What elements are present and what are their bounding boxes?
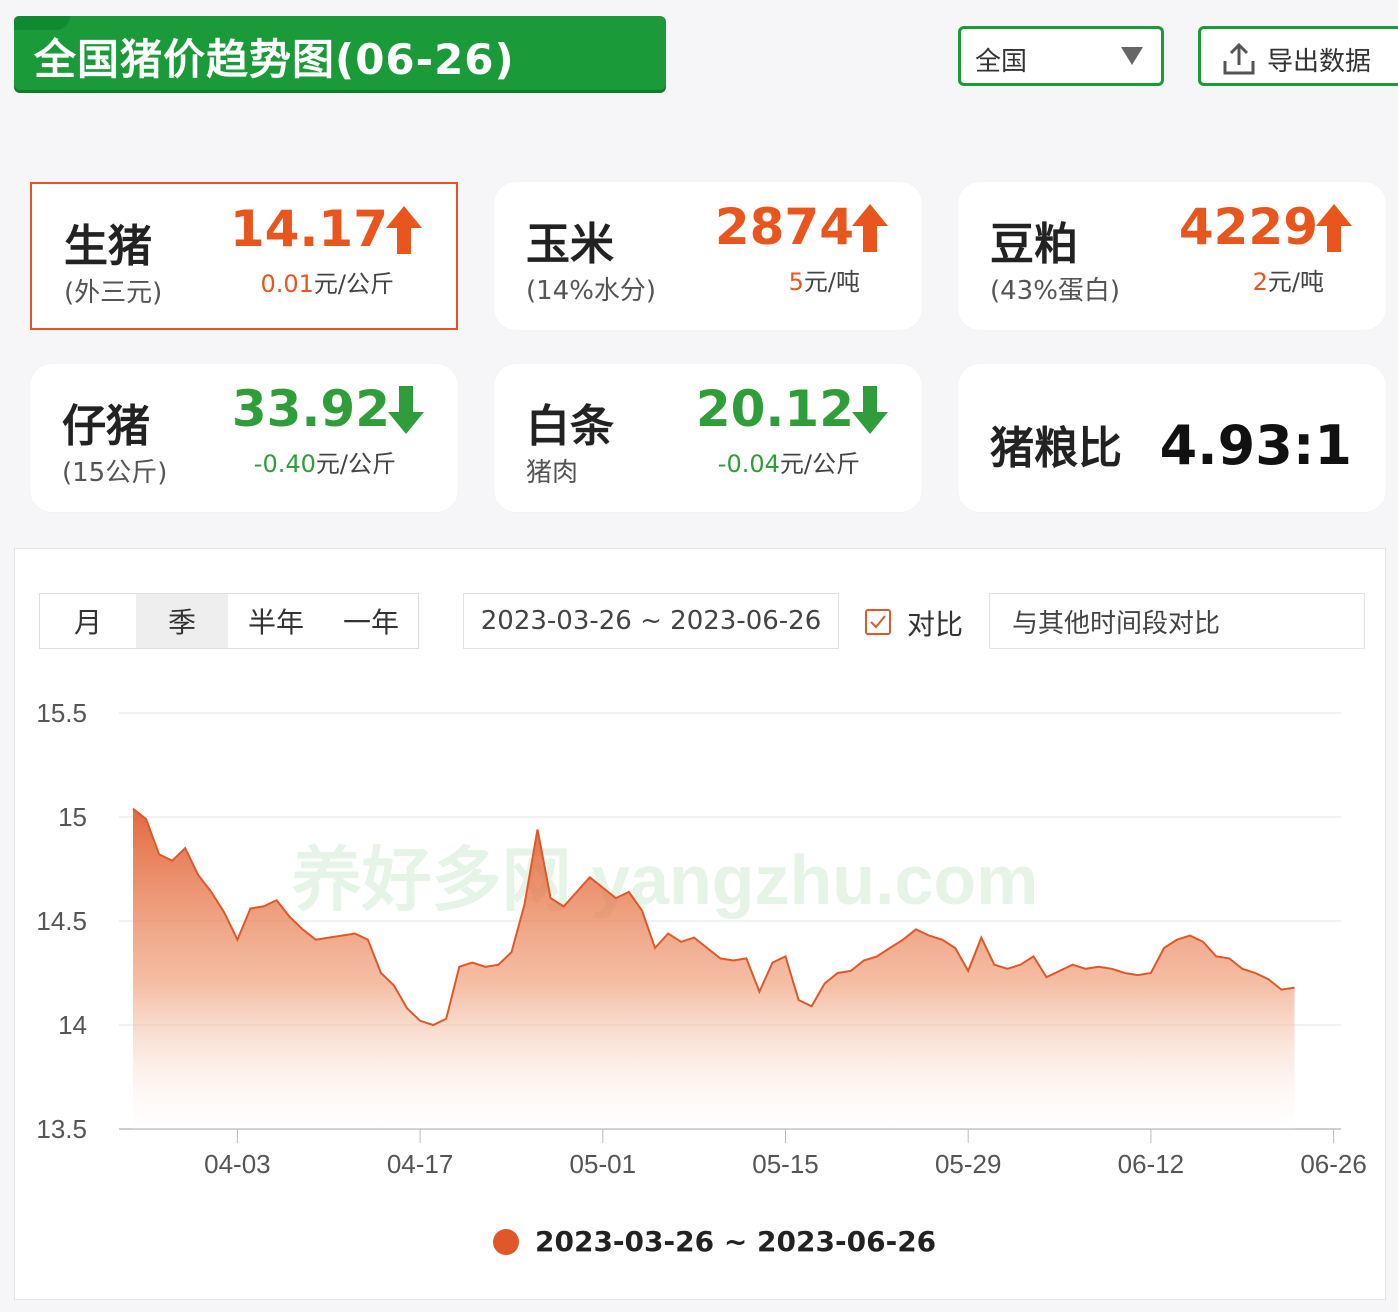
card-change: 2元/吨 — [1253, 262, 1324, 297]
legend[interactable]: 2023-03-26 ~ 2023-06-26 — [493, 1225, 936, 1258]
legend-label: 2023-03-26 ~ 2023-06-26 — [535, 1225, 937, 1258]
arrow-up-icon — [386, 206, 422, 254]
x-tick-label: 05-29 — [935, 1149, 1002, 1179]
y-tick-label: 13.5 — [36, 1114, 87, 1144]
card-piglet[interactable]: 仔猪 (15公斤) 33.92 -0.40元/公斤 — [30, 364, 458, 512]
card-name: 玉米 — [526, 219, 614, 270]
upload-icon — [1223, 42, 1255, 75]
card-name: 白条 — [526, 401, 614, 452]
y-tick-label: 15.5 — [36, 698, 87, 728]
card-corn[interactable]: 玉米 (14%水分) 2874 5元/吨 — [494, 182, 922, 330]
card-name: 豆粕 — [990, 219, 1078, 270]
price-chart: 15.5 15 14.5 14 13.5 养好多网 yangzhu.com 04-03 0… — [36, 698, 1367, 1179]
y-tick-label: 14.5 — [36, 906, 87, 936]
y-tick-label: 15 — [58, 802, 87, 832]
watermark: 养好多网 yangzhu.com — [292, 841, 1039, 919]
x-tick-label: 04-17 — [387, 1149, 454, 1179]
card-change: -0.40元/公斤 — [254, 444, 396, 479]
change-unit: 元/公斤 — [779, 450, 860, 478]
card-price: 14.17 — [229, 200, 388, 258]
card-sub: 猪肉 — [526, 458, 579, 488]
change-value: 2 — [1252, 268, 1268, 296]
card-change: 5元/吨 — [789, 262, 860, 297]
y-tick-label: 14 — [58, 1010, 87, 1040]
export-data-button[interactable]: 导出数据 — [1198, 26, 1398, 86]
x-tick-label: 05-01 — [570, 1149, 637, 1179]
card-pig-grain-ratio[interactable]: 猪粮比 4.93:1 — [958, 364, 1386, 512]
change-value: -0.04 — [717, 450, 780, 478]
arrow-down-icon — [852, 386, 888, 434]
ratio-value: 4.93:1 — [1159, 414, 1352, 477]
title-banner: 全国猪价趋势图(06-26) — [14, 16, 666, 90]
change-value: -0.40 — [253, 450, 316, 478]
card-sub: (外三元) — [64, 278, 163, 308]
dropdown-arrow-icon — [1121, 47, 1143, 65]
legend-dot — [493, 1228, 519, 1255]
card-name: 猪粮比 — [990, 423, 1122, 474]
region-select-value: 全国 — [975, 47, 1028, 77]
export-data-label: 导出数据 — [1267, 47, 1372, 77]
change-value: 5 — [788, 268, 804, 296]
card-price: 33.92 — [231, 380, 390, 438]
card-price: 2874 — [714, 198, 854, 256]
card-sub: (15公斤) — [62, 458, 168, 488]
change-unit: 元/公斤 — [315, 450, 396, 478]
card-live-pig[interactable]: 生猪 (外三元) 14.17 0.01元/公斤 — [30, 182, 458, 330]
x-tick-label: 06-12 — [1118, 1149, 1185, 1179]
change-unit: 元/公斤 — [313, 270, 394, 298]
card-change: 0.01元/公斤 — [260, 264, 394, 299]
x-tick-label: 04-03 — [204, 1149, 271, 1179]
x-tick-label: 05-15 — [752, 1149, 819, 1179]
card-sub: (14%水分) — [526, 276, 657, 306]
card-name: 生猪 — [64, 221, 152, 272]
arrow-up-icon — [852, 204, 888, 252]
x-tick-label: 06-26 — [1300, 1149, 1367, 1179]
card-white-pork[interactable]: 白条 猪肉 20.12 -0.04元/公斤 — [494, 364, 922, 512]
card-sub: (43%蛋白) — [990, 276, 1121, 306]
chart-panel: 月 季 半年 一年 2023-03-26 ~ 2023-06-26 对比 与其他… — [14, 548, 1386, 1300]
arrow-up-icon — [1316, 204, 1352, 252]
region-select[interactable]: 全国 — [958, 26, 1164, 86]
change-unit: 元/吨 — [1267, 268, 1324, 296]
change-value: 0.01 — [260, 270, 314, 298]
card-name: 仔猪 — [62, 401, 150, 452]
card-soybean-meal[interactable]: 豆粕 (43%蛋白) 4229 2元/吨 — [958, 182, 1386, 330]
arrow-down-icon — [388, 386, 424, 434]
change-unit: 元/吨 — [803, 268, 860, 296]
card-price: 20.12 — [695, 380, 854, 438]
card-change: -0.04元/公斤 — [718, 444, 860, 479]
card-price: 4229 — [1178, 198, 1318, 256]
page-title: 全国猪价趋势图(06-26) — [34, 35, 515, 84]
